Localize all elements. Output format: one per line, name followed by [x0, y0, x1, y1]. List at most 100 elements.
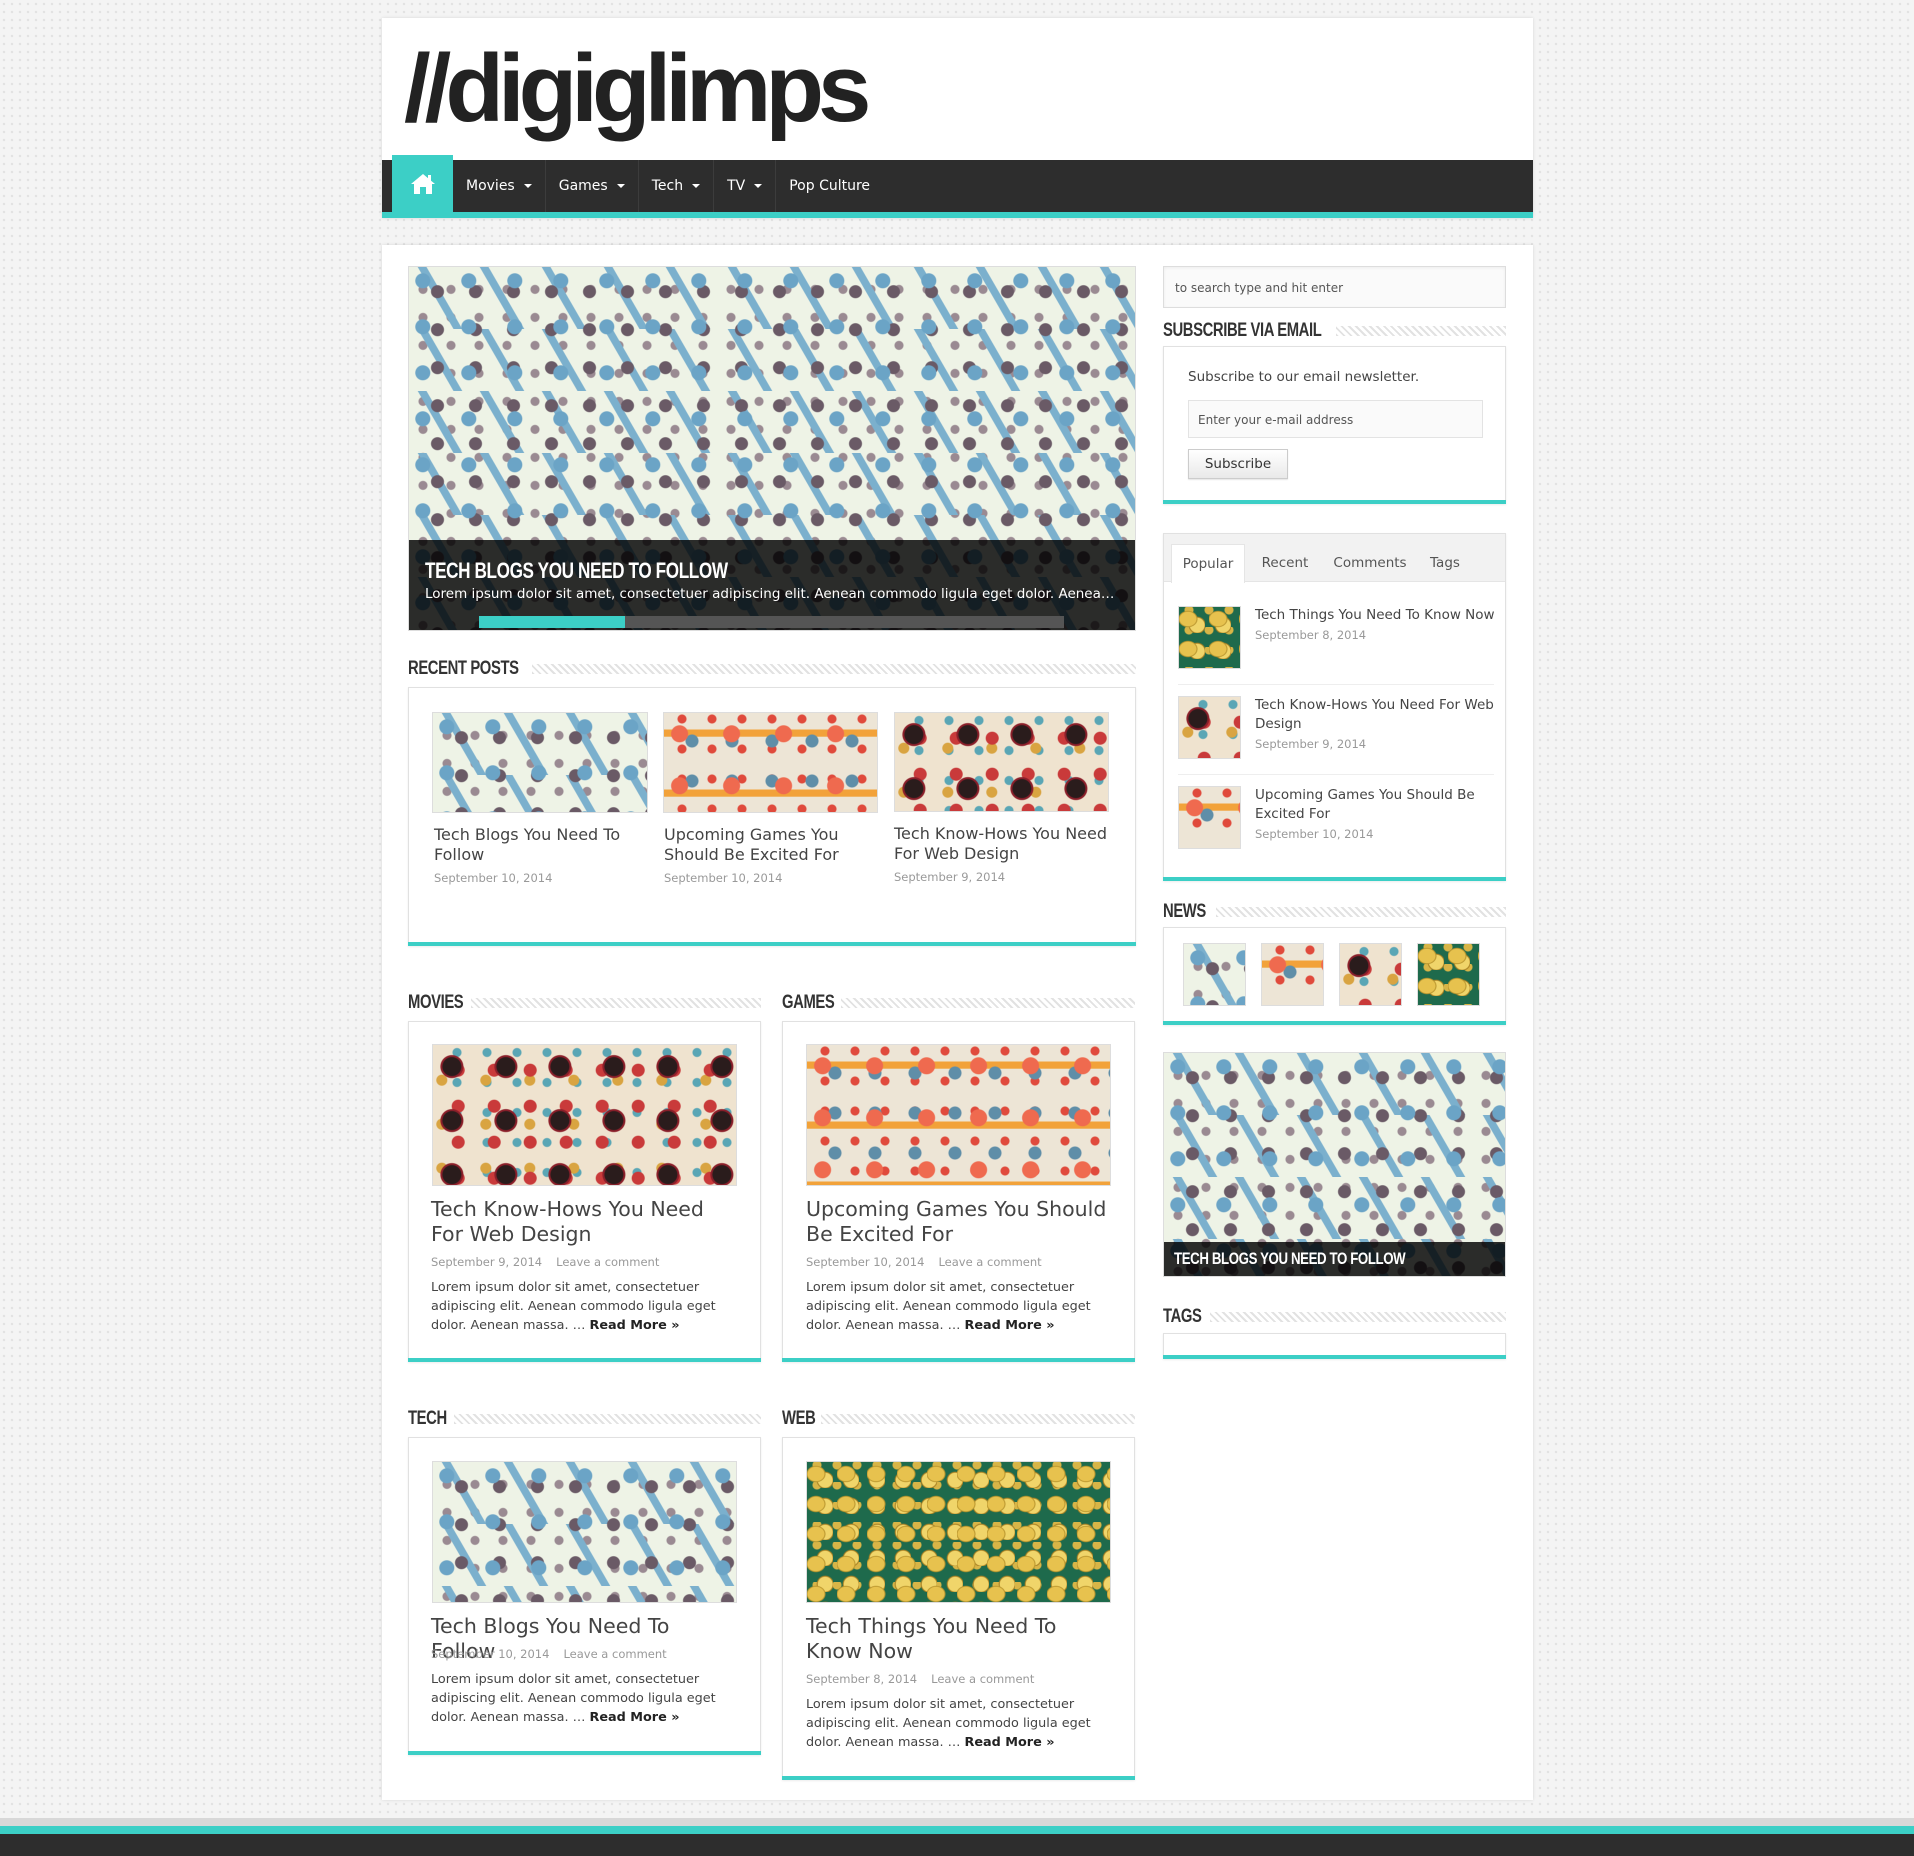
- comment-link[interactable]: Leave a comment: [563, 1647, 666, 1661]
- nav-item-pop-culture[interactable]: Pop Culture: [776, 160, 883, 212]
- comment-link[interactable]: Leave a comment: [938, 1255, 1041, 1269]
- slider-excerpt: Lorem ipsum dolor sit amet, consectetuer…: [425, 586, 1120, 602]
- post-thumbnail[interactable]: [432, 712, 648, 813]
- post-title[interactable]: Upcoming Games You Should Be Excited For: [806, 1197, 1111, 1247]
- popular-date: September 10, 2014: [1255, 827, 1374, 841]
- recent-post-item: Upcoming Games You Should Be Excited For…: [664, 825, 880, 885]
- post-excerpt: Lorem ipsum dolor sit amet, consectetuer…: [806, 1278, 1116, 1335]
- popular-title[interactable]: Upcoming Games You Should Be Excited For: [1255, 786, 1495, 824]
- news-thumbnail[interactable]: [1261, 943, 1324, 1006]
- post-title[interactable]: Tech Know-Hows You Need For Web Design: [431, 1197, 736, 1247]
- heading-stripes: [1336, 326, 1506, 336]
- post-meta: September 10, 2014 Leave a comment: [431, 1647, 667, 1661]
- section-title: SUBSCRIBE VIA EMAIL: [1163, 320, 1322, 341]
- popular-thumbnail[interactable]: [1178, 696, 1241, 759]
- post-date: September 10, 2014: [664, 871, 783, 885]
- subscribe-box: Subscribe to our email newsletter. Enter…: [1163, 346, 1506, 504]
- post-meta: September 9, 2014 Leave a comment: [431, 1255, 659, 1269]
- slider-title[interactable]: TECH BLOGS YOU NEED TO FOLLOW: [425, 558, 728, 584]
- tabs-widget: Popular Recent Comments Tags Tech Things…: [1163, 533, 1506, 881]
- movies-heading: MOVIES: [408, 990, 761, 1016]
- section-title: RECENT POSTS: [408, 658, 519, 679]
- post-date: September 10, 2014: [806, 1255, 925, 1269]
- post-date: September 8, 2014: [806, 1672, 918, 1686]
- popular-thumbnail[interactable]: [1178, 606, 1241, 669]
- slider-progress-fill: [479, 616, 626, 628]
- post-date: September 10, 2014: [431, 1647, 550, 1661]
- post-excerpt: Lorem ipsum dolor sit amet, consectetuer…: [431, 1670, 741, 1727]
- slider-caption: TECH BLOGS YOU NEED TO FOLLOW Lorem ipsu…: [409, 540, 1135, 630]
- nav-item-tv[interactable]: TV: [714, 160, 777, 212]
- subscribe-button[interactable]: Subscribe: [1188, 449, 1288, 479]
- read-more-link[interactable]: Read More »: [589, 1710, 679, 1725]
- popular-title[interactable]: Tech Know-Hows You Need For Web Design: [1255, 696, 1495, 734]
- news-thumbnail[interactable]: [1339, 943, 1402, 1006]
- caret-down-icon: [754, 184, 763, 188]
- comment-link[interactable]: Leave a comment: [556, 1255, 659, 1269]
- sidebar-slider[interactable]: TECH BLOGS YOU NEED TO FOLLOW: [1163, 1052, 1506, 1277]
- section-title: GAMES: [782, 992, 835, 1013]
- nav-item-games[interactable]: Games: [546, 160, 639, 212]
- tags-heading: TAGS: [1163, 1304, 1506, 1330]
- post-title[interactable]: Tech Things You Need To Know Now: [806, 1614, 1111, 1664]
- section-title: WEB: [782, 1408, 816, 1429]
- tags-box: [1163, 1333, 1506, 1359]
- nav-item-movies[interactable]: Movies: [453, 160, 546, 212]
- nav-label: Pop Culture: [789, 178, 871, 194]
- post-title[interactable]: Tech Know-Hows You Need For Web Design: [894, 824, 1110, 864]
- site-logo[interactable]: //digiglimps: [404, 36, 871, 142]
- post-thumbnail[interactable]: [894, 712, 1109, 812]
- post-meta: September 10, 2014 Leave a comment: [806, 1255, 1042, 1269]
- nav-home-button[interactable]: [392, 155, 453, 212]
- nav-accent-line: [382, 212, 1533, 218]
- footer: [0, 1834, 1914, 1856]
- site-header: //digiglimps Movies Games Tech TV Pop Cu…: [382, 18, 1533, 218]
- post-thumbnail[interactable]: [806, 1044, 1111, 1186]
- email-field[interactable]: Enter your e-mail address: [1188, 400, 1483, 438]
- section-title: TECH: [408, 1408, 447, 1429]
- news-thumbnail[interactable]: [1417, 943, 1480, 1006]
- post-title[interactable]: Upcoming Games You Should Be Excited For: [664, 825, 880, 865]
- subscribe-heading: SUBSCRIBE VIA EMAIL: [1163, 318, 1506, 344]
- read-more-link[interactable]: Read More »: [589, 1318, 679, 1333]
- post-thumbnail[interactable]: [806, 1461, 1111, 1603]
- heading-stripes: [820, 1414, 1135, 1424]
- read-more-link[interactable]: Read More »: [964, 1735, 1054, 1750]
- comment-link[interactable]: Leave a comment: [931, 1672, 1034, 1686]
- home-icon: [410, 173, 435, 194]
- heading-stripes: [531, 664, 1136, 674]
- post-meta: September 8, 2014 Leave a comment: [806, 1672, 1034, 1686]
- featured-slider[interactable]: TECH BLOGS YOU NEED TO FOLLOW Lorem ipsu…: [408, 266, 1136, 631]
- news-box: [1163, 927, 1506, 1025]
- recent-post-item: Tech Know-Hows You Need For Web Design S…: [894, 824, 1110, 884]
- divider: [1178, 684, 1494, 685]
- read-more-link[interactable]: Read More »: [964, 1318, 1054, 1333]
- post-date: September 9, 2014: [894, 870, 1006, 884]
- nav-label: Movies: [466, 178, 515, 194]
- section-title: TAGS: [1163, 1306, 1202, 1327]
- post-thumbnail[interactable]: [432, 1044, 737, 1186]
- tab-popular[interactable]: Popular: [1171, 544, 1245, 583]
- popular-title[interactable]: Tech Things You Need To Know Now: [1255, 606, 1495, 625]
- popular-thumbnail[interactable]: [1178, 786, 1241, 849]
- tab-comments[interactable]: Comments: [1325, 544, 1415, 582]
- games-heading: GAMES: [782, 990, 1135, 1016]
- recent-posts-heading: RECENT POSTS: [408, 656, 1136, 682]
- heading-stripes: [1216, 907, 1506, 917]
- tech-heading: TECH: [408, 1406, 761, 1432]
- search-input[interactable]: to search type and hit enter: [1163, 266, 1506, 308]
- tab-recent[interactable]: Recent: [1245, 544, 1325, 582]
- tab-tags[interactable]: Tags: [1415, 544, 1475, 582]
- post-date: September 10, 2014: [434, 871, 553, 885]
- nav-menu: Movies Games Tech TV Pop Culture: [453, 160, 883, 212]
- slider-title[interactable]: TECH BLOGS YOU NEED TO FOLLOW: [1174, 1249, 1406, 1269]
- post-title[interactable]: Tech Blogs You Need To Follow: [434, 825, 650, 865]
- caret-down-icon: [692, 184, 701, 188]
- post-excerpt: Lorem ipsum dolor sit amet, consectetuer…: [431, 1278, 741, 1335]
- news-thumbnail[interactable]: [1183, 943, 1246, 1006]
- nav-label: Games: [558, 178, 608, 194]
- slider-caption: TECH BLOGS YOU NEED TO FOLLOW: [1164, 1242, 1505, 1276]
- nav-item-tech[interactable]: Tech: [639, 160, 715, 212]
- post-thumbnail[interactable]: [432, 1461, 737, 1603]
- post-thumbnail[interactable]: [663, 712, 878, 813]
